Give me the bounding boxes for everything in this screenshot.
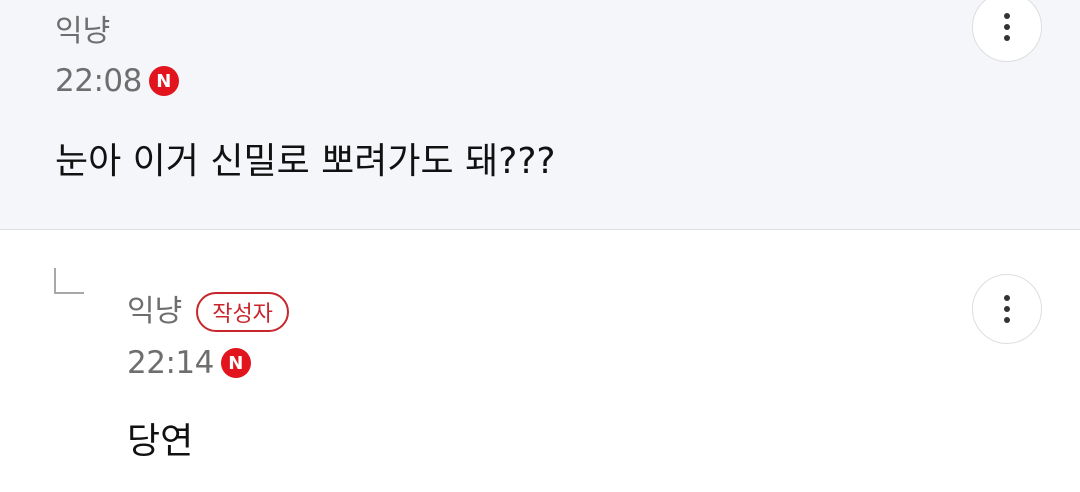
reply-text: 당연 <box>127 421 194 462</box>
more-vertical-icon-dot <box>1004 24 1010 30</box>
more-options-button[interactable] <box>972 0 1042 62</box>
more-vertical-icon-dot <box>1004 306 1010 312</box>
reply-corner-icon <box>54 268 84 294</box>
more-vertical-icon <box>1004 13 1010 19</box>
new-badge: N <box>220 348 251 378</box>
author-tag-badge: 작성자 <box>196 292 289 332</box>
more-options-button[interactable] <box>972 274 1042 344</box>
reply-item: 익냥 작성자 22:14 N 당연 <box>0 230 1080 492</box>
more-vertical-icon-dot <box>1004 317 1010 323</box>
comment-meta: 22:08 N <box>55 63 179 99</box>
comment-time: 22:08 <box>55 63 142 99</box>
new-badge: N <box>148 66 179 96</box>
comment-text: 눈아 이거 신밀로 뽀려가도 돼??? <box>55 141 556 182</box>
reply-author-row: 익냥 작성자 <box>127 292 289 332</box>
comment-author[interactable]: 익냥 <box>55 14 110 50</box>
more-vertical-icon-dot <box>1004 35 1010 41</box>
reply-meta: 22:14 N <box>127 345 251 381</box>
reply-author[interactable]: 익냥 <box>127 294 182 330</box>
more-vertical-icon <box>1004 295 1010 301</box>
reply-time: 22:14 <box>127 345 214 381</box>
comment-item: 익냥 22:08 N 눈아 이거 신밀로 뽀려가도 돼??? <box>0 0 1080 230</box>
